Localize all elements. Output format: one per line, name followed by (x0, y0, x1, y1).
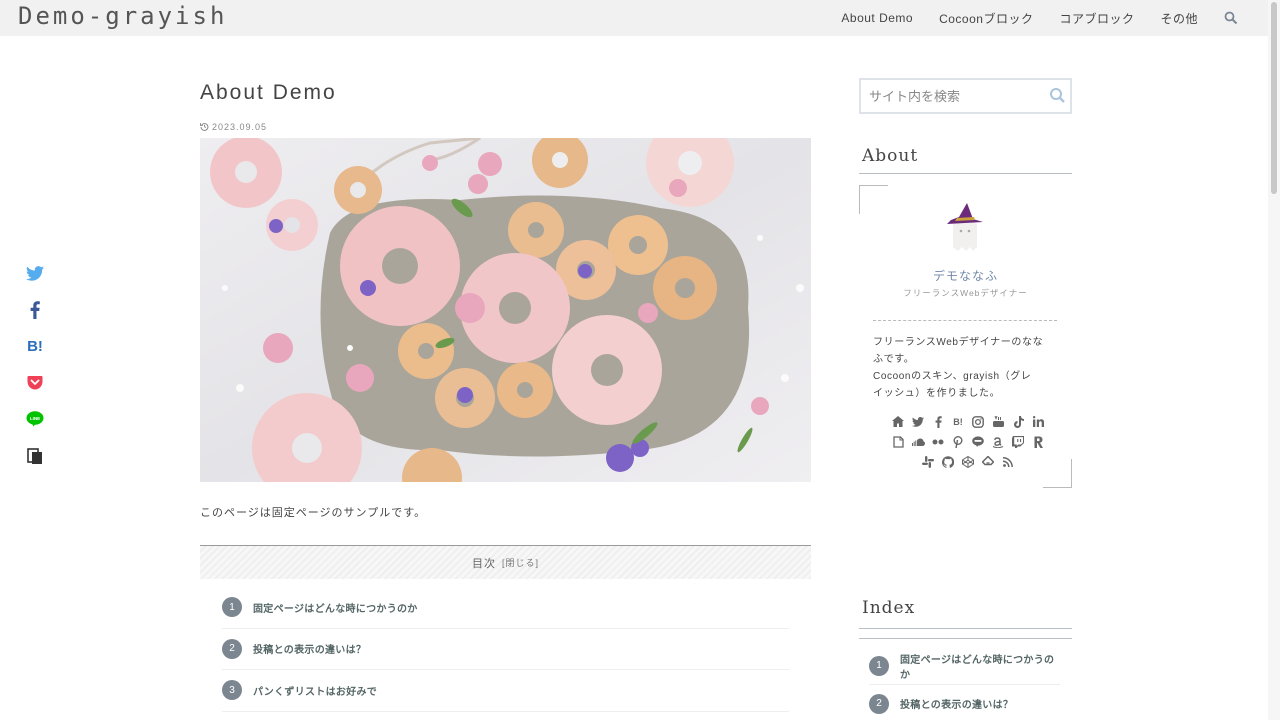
scrollbar-thumb[interactable] (1271, 2, 1277, 194)
site-header: Demo-grayish About Demo Cocoonブロック コアブロッ… (0, 0, 1268, 36)
toc-item[interactable]: 1 固定ページはどんな時につかうのか (222, 587, 789, 629)
feedly-icon[interactable] (982, 455, 995, 468)
copy-icon[interactable] (24, 445, 46, 467)
toc-number-badge: 1 (222, 597, 242, 618)
search-icon[interactable] (1045, 80, 1071, 112)
index-number-badge: 2 (869, 693, 889, 714)
page-scrollbar[interactable] (1268, 0, 1280, 720)
home-icon[interactable] (892, 415, 905, 428)
toc-toggle-button[interactable]: [閉じる] (502, 556, 539, 569)
frame-corner (859, 185, 888, 214)
line-icon[interactable]: LINE (24, 408, 46, 430)
search-icon[interactable] (1224, 11, 1238, 25)
profile-divider (873, 320, 1057, 321)
youtube-icon[interactable] (992, 415, 1005, 428)
pinterest-icon[interactable] (952, 435, 965, 448)
about-widget-title: About (859, 145, 1072, 174)
toc-item[interactable]: 3 パンくずリストはお好みで (222, 670, 789, 712)
hatena-icon[interactable]: B! (952, 415, 965, 428)
rss-icon[interactable] (1002, 455, 1015, 468)
twitch-icon[interactable] (1012, 435, 1025, 448)
twitter-icon[interactable] (912, 415, 925, 428)
facebook-icon[interactable] (932, 415, 945, 428)
index-widget-title: Index (859, 598, 1072, 629)
index-item-label[interactable]: 投稿との表示の違いは？ (900, 696, 1013, 711)
index-item[interactable]: 1 固定ページはどんな時につかうのか (869, 647, 1060, 685)
twitter-icon[interactable] (24, 262, 46, 284)
toc-number-badge: 2 (222, 638, 242, 659)
article-body: このページは固定ページのサンプルです。 (200, 507, 427, 519)
toc-title: 目次 (471, 557, 496, 570)
sidebar-search (859, 78, 1072, 114)
rakuten-icon[interactable] (1032, 435, 1045, 448)
soundcloud-icon[interactable] (911, 435, 925, 448)
toc-list: 1 固定ページはどんな時につかうのか 2 投稿との表示の違いは？ 3 パンくずリ… (200, 579, 811, 712)
update-icon (199, 122, 209, 133)
facebook-icon[interactable] (24, 299, 46, 321)
pocket-icon[interactable] (24, 372, 46, 394)
toc-number-badge: 3 (222, 680, 242, 701)
toc-item-label[interactable]: パンくずリストはお好みで (253, 683, 377, 698)
post-date: 2023.09.05 (199, 121, 811, 133)
note-icon[interactable] (892, 435, 905, 448)
index-list: 1 固定ページはどんな時につかうのか 2 投稿との表示の違いは？ (859, 638, 1072, 720)
sns-follow-icons: B! (879, 415, 1057, 468)
nav-item-cocoon-blocks[interactable]: Cocoonブロック (939, 10, 1033, 27)
tiktok-icon[interactable] (1012, 415, 1025, 428)
toc-header: 目次 [閉じる] (200, 545, 811, 579)
profile-description: フリーランスWebデザイナーのなな ふです。 Cocoonのスキン、grayis… (873, 337, 1044, 399)
date-text: 2023.09.05 (212, 122, 268, 132)
share-buttons: B! LINE (24, 262, 48, 481)
hatena-icon[interactable]: B! (24, 335, 46, 357)
amazon-icon[interactable] (992, 435, 1005, 448)
instagram-icon[interactable] (972, 415, 985, 428)
article: About Demo 2023.09.05 このページは固定ページのサンプルです… (199, 78, 811, 712)
toc-item-label[interactable]: 固定ページはどんな時につかうのか (253, 600, 418, 615)
profile-box: デモななふ フリーランスWebデザイナー フリーランスWebデザイナーのなな ふ… (859, 185, 1072, 488)
search-input[interactable] (861, 80, 1045, 112)
table-of-contents: 目次 [閉じる] 1 固定ページはどんな時につかうのか 2 投稿との表示の違いは… (200, 545, 811, 712)
line-icon[interactable] (972, 435, 985, 448)
index-item[interactable]: 2 投稿との表示の違いは？ (869, 685, 1060, 720)
profile-name[interactable]: デモななふ (859, 267, 1072, 284)
flickr-icon[interactable] (932, 435, 945, 448)
nav-item-about-demo[interactable]: About Demo (841, 11, 913, 25)
toc-item-label[interactable]: 投稿との表示の違いは？ (253, 641, 366, 656)
svg-text:LINE: LINE (30, 416, 40, 421)
github-icon[interactable] (942, 455, 955, 468)
slack-icon[interactable] (922, 455, 935, 468)
profile-role: フリーランスWebデザイナー (903, 288, 1028, 298)
codepen-icon[interactable] (962, 455, 975, 468)
nav-item-core-blocks[interactable]: コアブロック (1059, 10, 1134, 27)
toc-item[interactable]: 2 投稿との表示の違いは？ (222, 629, 789, 670)
site-title[interactable]: Demo-grayish (18, 2, 227, 30)
linkedin-icon[interactable] (1032, 415, 1045, 428)
nav-item-others[interactable]: その他 (1160, 10, 1198, 27)
eyecatch-image (200, 138, 811, 482)
index-item-label[interactable]: 固定ページはどんな時につかうのか (900, 651, 1060, 681)
sidebar: About デモななふ フリーランスWebデザイナー フリーランスWebデザイナ… (859, 78, 1072, 488)
global-nav: About Demo Cocoonブロック コアブロック その他 (815, 0, 1238, 36)
page-title: About Demo (200, 81, 337, 104)
avatar (943, 201, 987, 253)
index-number-badge: 1 (869, 655, 889, 676)
